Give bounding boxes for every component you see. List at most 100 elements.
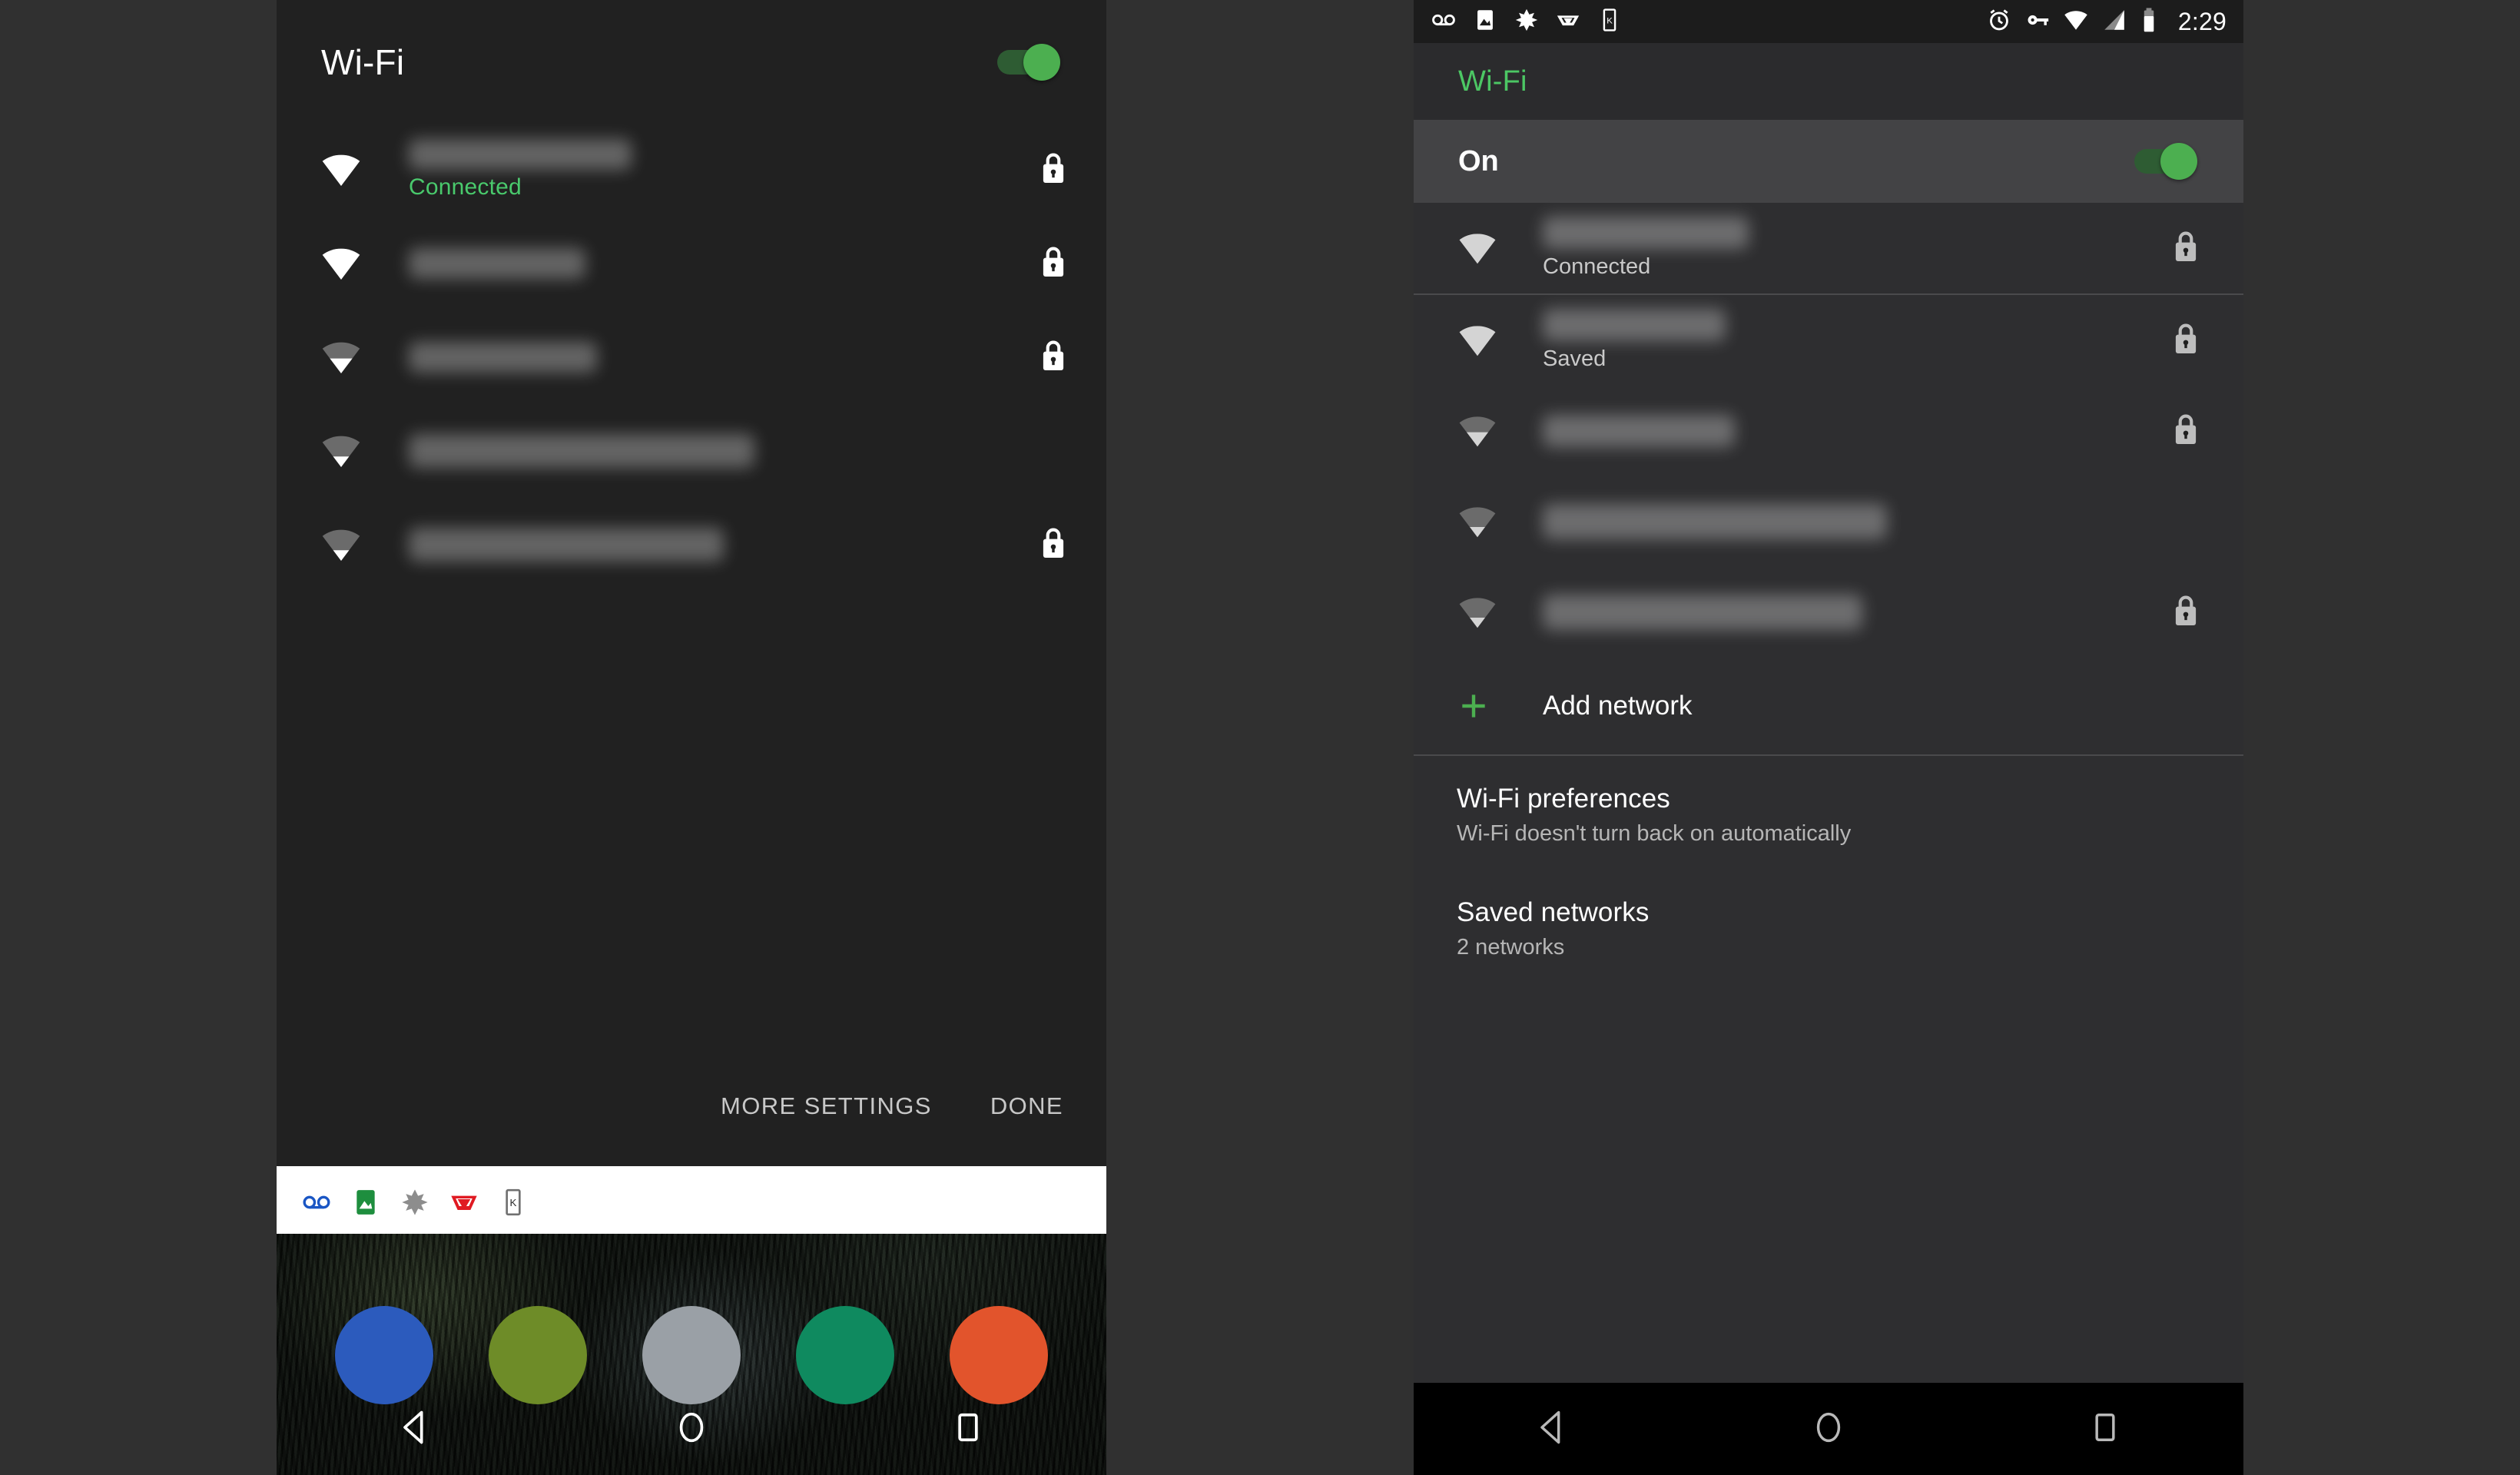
network-info — [409, 434, 1040, 468]
lock-icon — [1040, 339, 1066, 376]
toggle-thumb — [2160, 143, 2197, 180]
battery-icon — [2140, 7, 2158, 37]
svg-text:K: K — [510, 1197, 517, 1208]
lock-icon — [2173, 322, 2199, 360]
qs-wifi-title: Wi-Fi — [321, 42, 405, 82]
v-logo-icon — [449, 1187, 479, 1221]
network-ssid-redacted — [1543, 415, 1735, 447]
wifi-icon — [2063, 7, 2089, 37]
qs-wifi-toggle[interactable] — [997, 44, 1062, 81]
photos-icon — [350, 1187, 381, 1221]
network-ssid-redacted — [1543, 217, 1749, 249]
network-ssid-redacted — [409, 434, 754, 468]
recents-icon[interactable] — [2085, 1407, 2125, 1451]
preference-subtitle: Wi-Fi doesn't turn back on automatically — [1457, 821, 1852, 846]
preference-title: Wi-Fi preferences — [1457, 784, 1670, 814]
plus-icon — [1457, 689, 1543, 723]
toggle-thumb — [1023, 44, 1060, 81]
wifi-signal-icon — [320, 429, 409, 472]
wifi-signal-icon — [1457, 410, 1543, 452]
screenshot-stage: K Wi-Fi Connected MORE SETTINGS DONE K 2… — [0, 0, 2520, 1475]
home-icon[interactable] — [1809, 1407, 1849, 1451]
lock-icon — [1040, 151, 1066, 189]
alarm-icon — [1986, 7, 2012, 37]
app-bar: Wi-Fi — [1414, 43, 2243, 120]
svg-text:K: K — [1606, 16, 1613, 25]
clock-time: 2:29 — [2177, 7, 2227, 35]
network-info — [409, 342, 1040, 373]
wifi-toggle-label: On — [1458, 144, 1499, 177]
done-button[interactable]: DONE — [990, 1092, 1063, 1120]
network-info — [409, 528, 1040, 562]
qs-network-row[interactable] — [277, 310, 1106, 404]
network-info — [1543, 504, 2174, 539]
network-ssid-redacted — [409, 528, 724, 562]
wifi-network-row[interactable] — [1414, 386, 2243, 476]
photos-icon — [1472, 7, 1498, 37]
qs-network-list: Connected — [277, 123, 1106, 592]
network-ssid-redacted — [409, 139, 632, 170]
voicemail-icon — [1431, 7, 1457, 37]
back-icon[interactable] — [1532, 1407, 1572, 1451]
wifi-network-row[interactable]: Saved — [1414, 295, 2243, 386]
qs-network-row[interactable] — [277, 217, 1106, 310]
wifi-signal-icon — [1457, 592, 1543, 633]
preference-row[interactable]: Saved networks 2 networks — [1414, 870, 2243, 983]
leaf-icon — [400, 1187, 430, 1221]
lock-icon — [2173, 230, 2199, 267]
network-info: Saved — [1543, 309, 2173, 372]
v-logo-icon — [1555, 7, 1581, 37]
wifi-signal-icon — [320, 523, 409, 566]
qs-action-bar: MORE SETTINGS DONE — [721, 1092, 1063, 1120]
leaf-icon — [1514, 7, 1540, 37]
wifi-signal-icon — [320, 242, 409, 285]
wifi-master-toggle-row[interactable]: On — [1414, 120, 2243, 203]
qs-header: Wi-Fi — [277, 28, 1106, 97]
wifi-signal-icon — [1457, 501, 1543, 542]
preference-row[interactable]: Wi-Fi preferences Wi-Fi doesn't turn back… — [1414, 756, 2243, 870]
page-title: Wi-Fi — [1458, 65, 1527, 98]
home-icon[interactable] — [671, 1407, 711, 1451]
network-info — [1543, 415, 2173, 447]
preference-title: Saved networks — [1457, 897, 1650, 927]
network-ssid-redacted — [409, 248, 585, 279]
voicemail-icon — [301, 1187, 332, 1221]
wifi-signal-icon — [320, 148, 409, 191]
preference-subtitle: 2 networks — [1457, 935, 1565, 960]
status-bar-system-icons: 2:29 — [1986, 7, 2227, 37]
wifi-network-list: Connected Saved Add network Wi-Fi prefer… — [1414, 203, 2243, 983]
lock-icon — [1040, 526, 1066, 564]
network-ssid-redacted — [409, 342, 597, 373]
navigation-bar[interactable] — [1414, 1383, 2243, 1475]
network-info — [1543, 595, 2173, 630]
add-network-row[interactable]: Add network — [1414, 658, 2243, 754]
qs-network-row[interactable] — [277, 404, 1106, 498]
kindle-icon: K — [1597, 7, 1623, 37]
network-ssid-redacted — [1543, 595, 1862, 630]
network-status: Connected — [409, 174, 522, 200]
signal-icon — [2101, 7, 2127, 37]
lock-icon — [2173, 594, 2199, 631]
add-network-label: Add network — [1543, 691, 1693, 721]
qs-network-row[interactable] — [277, 498, 1106, 592]
wifi-network-row[interactable] — [1414, 476, 2243, 567]
more-settings-button[interactable]: MORE SETTINGS — [721, 1092, 932, 1120]
recents-icon[interactable] — [948, 1407, 988, 1451]
left-phone-screenshot: K Wi-Fi Connected MORE SETTINGS DONE — [277, 0, 1106, 1475]
qs-network-row[interactable]: Connected — [277, 123, 1106, 217]
back-icon[interactable] — [395, 1407, 435, 1451]
wifi-network-row[interactable] — [1414, 567, 2243, 658]
lock-icon — [2173, 413, 2199, 450]
status-bar: K 2:29 — [1414, 0, 2243, 43]
wifi-signal-icon — [1457, 227, 1543, 269]
wifi-master-switch[interactable] — [2134, 143, 2199, 180]
network-ssid-redacted — [1543, 309, 1726, 341]
vpn-key-icon — [2024, 7, 2051, 37]
navigation-bar[interactable] — [277, 1383, 1106, 1475]
network-ssid-redacted — [1543, 504, 1887, 539]
network-info: Connected — [1543, 217, 2173, 280]
network-info — [409, 248, 1040, 279]
right-phone-screenshot: K 2:29 Wi-Fi On Connected Saved Add netw… — [1414, 0, 2243, 1475]
wifi-network-row[interactable]: Connected — [1414, 203, 2243, 293]
status-bar-notification-icons: K — [1431, 7, 1623, 37]
